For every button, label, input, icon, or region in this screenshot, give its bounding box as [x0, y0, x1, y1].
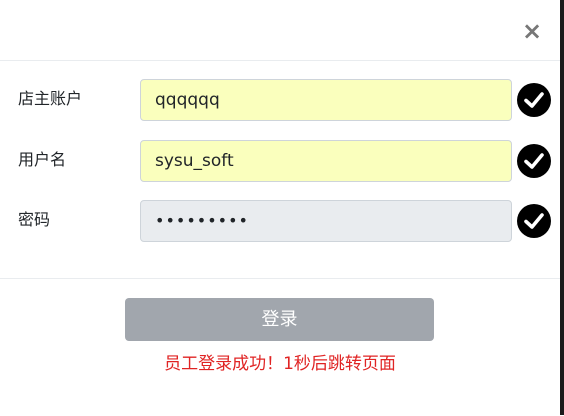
status-message: 员工登录成功！1秒后跳转页面 [164, 354, 396, 374]
store-account-row: 店主账户 qqqqqq [0, 79, 560, 123]
check-circle-icon [517, 83, 551, 117]
password-label: 密码 [18, 210, 51, 229]
store-account-input[interactable]: qqqqqq [140, 79, 512, 121]
check-circle-icon [517, 204, 551, 238]
password-input[interactable]: ••••••••• [140, 200, 512, 242]
check-circle-icon [517, 144, 551, 178]
dialog-footer: 登录 员工登录成功！1秒后跳转页面 [0, 278, 560, 416]
window-edge [560, 0, 564, 415]
login-dialog: × 店主账户 qqqqqq 用户名 sysu_soft 密码 •••••••••… [0, 0, 560, 415]
store-account-label: 店主账户 [18, 89, 83, 108]
username-row: 用户名 sysu_soft [0, 140, 560, 184]
password-row: 密码 ••••••••• [0, 200, 560, 244]
close-icon[interactable]: × [520, 16, 544, 46]
username-label: 用户名 [18, 150, 67, 169]
dialog-header: × [0, 0, 560, 61]
login-button[interactable]: 登录 [125, 298, 434, 341]
username-input[interactable]: sysu_soft [140, 140, 512, 182]
